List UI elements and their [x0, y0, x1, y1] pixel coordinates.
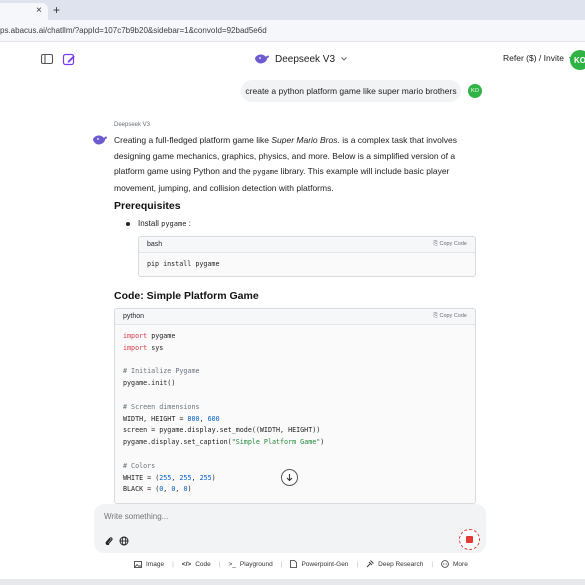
model-name: Deepseek V3 [275, 53, 336, 65]
document-icon [290, 560, 298, 568]
tool-code[interactable]: </> Code [182, 561, 211, 568]
code-line: # Screen dimensions [123, 402, 200, 411]
tool-powerpoint-gen[interactable]: Powerpoint-Gen [290, 560, 348, 568]
install-code-block: bash ⎘ Copy Code pip install pygame [138, 236, 476, 277]
scroll-to-bottom-button[interactable] [281, 469, 298, 486]
copy-code-button[interactable]: ⎘ Copy Code [434, 313, 467, 320]
code-line: pip install pygame [147, 260, 220, 268]
code-line: BLACK = (0, 0, 0) [123, 485, 192, 494]
bot-name-label: Deepseek V3 [114, 122, 151, 128]
new-chat-icon[interactable] [62, 52, 76, 66]
user-avatar[interactable]: KO [570, 50, 585, 70]
deepseek-whale-icon [255, 54, 269, 64]
stop-generation-button[interactable] [459, 529, 480, 550]
close-tab-icon[interactable]: × [36, 5, 42, 16]
more-icon [441, 560, 449, 568]
refer-label: Refer ($) / Invite [503, 53, 564, 63]
message-input[interactable] [104, 512, 404, 521]
code-language-label: python [123, 313, 145, 320]
code-line: screen = pygame.display.set_mode((WIDTH,… [123, 426, 321, 435]
window-bottom-edge [0, 579, 585, 585]
code-heading: Code: Simple Platform Game [114, 290, 259, 302]
code-line: # Initialize Pygame [123, 367, 200, 376]
message-composer [94, 504, 486, 553]
bullet-dot [126, 221, 130, 226]
tool-image[interactable]: Image [134, 561, 164, 568]
chevron-down-icon [341, 57, 347, 61]
tool-more[interactable]: More [441, 560, 468, 568]
prerequisites-heading: Prerequisites [114, 200, 181, 212]
inline-code: pygame [161, 220, 187, 228]
code-line: pygame.display.set_caption("Simple Platf… [123, 438, 325, 447]
deepseek-whale-icon [93, 135, 107, 145]
tools-bar: Image | </> Code | >_ Playground | Power… [134, 558, 468, 570]
model-selector[interactable]: Deepseek V3 [254, 51, 348, 67]
arrow-down-icon [286, 474, 293, 482]
code-line: WIDTH, HEIGHT = 800, 600 [123, 414, 220, 423]
browser-tab-bar: × + [0, 0, 585, 20]
code-icon: </> [181, 560, 192, 568]
code-line: import sys [123, 343, 164, 352]
code-block-body: pip install pygame [139, 253, 475, 276]
research-icon [366, 560, 374, 568]
tool-deep-research[interactable]: Deep Research [366, 560, 423, 568]
code-line: import pygame [123, 332, 176, 340]
stop-icon [466, 536, 473, 543]
url-text[interactable]: ps.abacus.ai/chatllm/?appId=107c7b9b20&s… [0, 26, 267, 35]
user-message-bubble: create a python platform game like super… [241, 80, 461, 102]
code-block-header: python ⎘ Copy Code [115, 309, 475, 325]
refer-invite-button[interactable]: Refer ($) / Invite [503, 53, 575, 63]
code-block-header: bash ⎘ Copy Code [139, 237, 475, 253]
list-item: Install pygame : [126, 219, 191, 228]
bot-intro-paragraph: Creating a full-fledged platform game li… [114, 135, 458, 193]
user-message-avatar: KO [468, 84, 482, 98]
globe-icon[interactable] [119, 536, 129, 546]
terminal-icon: >_ [228, 560, 236, 568]
tool-playground[interactable]: >_ Playground [228, 561, 272, 568]
new-tab-button[interactable]: + [53, 3, 60, 17]
browser-tab[interactable]: × [0, 3, 48, 20]
paperclip-icon[interactable] [104, 536, 114, 546]
sidebar-toggle-icon[interactable] [40, 52, 54, 66]
app-header: Deepseek V3 Refer ($) / Invite KO [0, 42, 585, 76]
copy-code-button[interactable]: ⎘ Copy Code [434, 241, 467, 248]
code-language-label: bash [147, 241, 163, 248]
address-bar[interactable]: ps.abacus.ai/chatllm/?appId=107c7b9b20&s… [0, 20, 585, 42]
italic-title: Super Mario Bros. [271, 135, 340, 145]
image-icon [134, 560, 142, 568]
inline-code: pygame [252, 168, 279, 176]
code-line: pygame.init() [123, 379, 176, 388]
